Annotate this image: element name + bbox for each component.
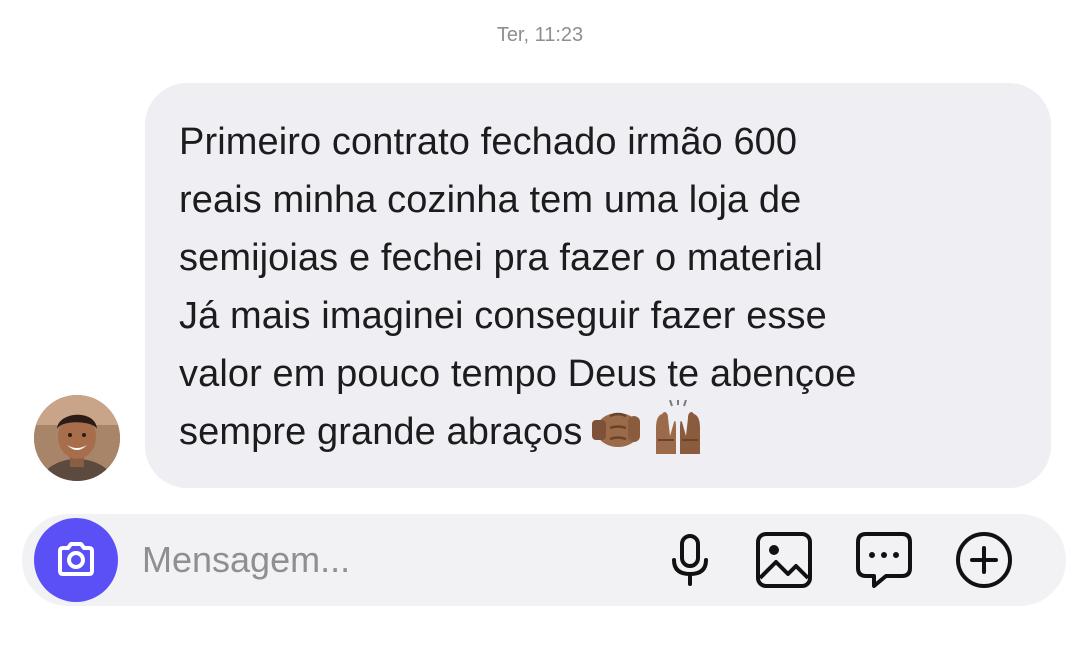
- message-bubble[interactable]: Primeiro contrato fechado irmão 600 reai…: [145, 83, 1051, 488]
- message-composer: [22, 514, 1066, 606]
- sticker-button[interactable]: [852, 528, 916, 592]
- raising-hands-emoji-icon: [650, 398, 706, 456]
- sender-avatar[interactable]: [34, 395, 120, 481]
- camera-button[interactable]: [34, 518, 118, 602]
- camera-icon: [58, 542, 94, 576]
- message-input[interactable]: [142, 532, 612, 588]
- sticker-chat-icon: [856, 532, 912, 588]
- message-line: semijoias e fechei pra fazer o material: [179, 237, 823, 279]
- microphone-icon: [672, 534, 708, 586]
- message-timestamp: Ter, 11:23: [496, 24, 584, 46]
- image-button[interactable]: [752, 528, 816, 592]
- message-last-line: sempre grande abraços: [179, 398, 1021, 462]
- avatar-photo-icon: [34, 395, 120, 481]
- message-line: valor em pouco tempo Deus te abençoe: [179, 353, 857, 395]
- image-icon: [756, 532, 812, 588]
- message-line: Primeiro contrato fechado irmão 600: [179, 121, 798, 163]
- chat-screen: Ter, 11:23 Primeiro contrato fechado irm…: [0, 0, 1080, 650]
- message-line: sempre grande abraços: [179, 411, 583, 453]
- add-circle-icon: [956, 532, 1012, 588]
- message-line: Já mais imaginei conseguir fazer esse: [179, 295, 827, 337]
- microphone-button[interactable]: [658, 528, 722, 592]
- message-line: reais minha cozinha tem uma loja de: [179, 179, 802, 221]
- add-button[interactable]: [952, 528, 1016, 592]
- fist-bump-emoji-icon: [588, 400, 644, 456]
